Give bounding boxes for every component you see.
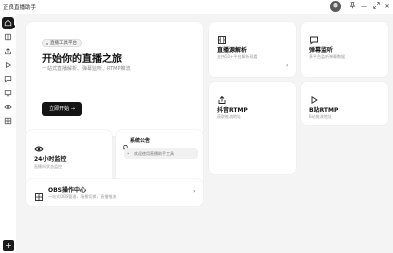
start-button-label: 立即开始 [49, 106, 70, 112]
feature-desc: 获取推流地址 [217, 114, 241, 119]
feature-card-douyin-rtmp[interactable]: 抖音RTMP 获取推流地址 [209, 82, 296, 174]
film-icon [217, 30, 227, 44]
announcement-item[interactable]: 欢迎使用直播助手工具 [124, 148, 198, 159]
avatar[interactable] [330, 1, 341, 12]
feature-title: 直播源解析 [217, 47, 248, 54]
bell-icon [122, 136, 129, 151]
app-window: 正良直播助手 — ✕ + 直播工具平台 开始你的直播之旅 一站式直播解析、弹幕监… [0, 0, 393, 253]
chevron-right-icon: › [286, 62, 289, 69]
play-icon [309, 90, 319, 105]
grid-icon [34, 187, 44, 201]
message-icon [4, 76, 12, 83]
book-icon [5, 33, 11, 41]
minimize-button[interactable]: — [359, 2, 369, 12]
close-button[interactable]: ✕ [382, 2, 392, 12]
feature-title: B站RTMP [309, 107, 339, 114]
sidebar-item-play[interactable] [2, 59, 14, 71]
announcement-title: 系统公告 [130, 138, 151, 144]
main-content: 直播工具平台 开始你的直播之旅 一站式直播解析、弹幕监听、RTMP推流 立即开始… [16, 14, 393, 253]
feature-desc: 支持50+平台解析观看 [217, 54, 258, 59]
feature-desc: 多平台监听弹幕数据 [309, 54, 345, 59]
upload-icon [5, 48, 11, 55]
eye-icon [4, 105, 12, 109]
obs-desc: 一站式OBS管理，场景切换，直播推流 [48, 194, 117, 199]
play-icon [6, 61, 12, 69]
add-button[interactable]: + [3, 240, 14, 251]
feature-card-danmaku[interactable]: 弹幕监听 多平台监听弹幕数据 [301, 22, 388, 77]
feature-card-stream-parse[interactable]: 直播源解析 支持50+平台解析观看 › [209, 22, 296, 77]
hero-title: 开始你的直播之旅 [42, 54, 122, 65]
feature-title: 抖音RTMP [217, 107, 248, 114]
feature-card-bilibili-rtmp[interactable]: B站RTMP B站推流地址 [301, 82, 388, 125]
hero-subtitle: 一站式直播解析、弹幕监听、RTMP推流 [42, 66, 131, 72]
obs-title: OBS操作中心 [48, 187, 86, 194]
hero-badge: 直播工具平台 [42, 39, 82, 47]
sidebar-item-eye[interactable] [2, 101, 14, 113]
expand-icon[interactable] [371, 2, 381, 12]
arrow-right-icon: → [70, 106, 75, 112]
sidebar-item-grid[interactable] [2, 115, 14, 127]
chevron-right-icon: › [193, 188, 196, 195]
message-icon [309, 30, 319, 45]
hero-card: 直播工具平台 开始你的直播之旅 一站式直播解析、弹幕监听、RTMP推流 立即开始… [26, 22, 203, 136]
title-bar: 正良直播助手 — ✕ [0, 0, 393, 14]
obs-card[interactable]: OBS操作中心 一站式OBS管理，场景切换，直播推流 › [26, 179, 203, 206]
live-monitor-desc: 直播间状态监控 [34, 164, 62, 169]
active-indicator [12, 25, 15, 28]
pin-icon[interactable] [347, 2, 357, 12]
app-title: 正良直播助手 [3, 5, 37, 11]
sidebar: + [0, 14, 16, 253]
feature-title: 弹幕监听 [309, 47, 334, 54]
live-monitor-title: 24小时监控 [34, 156, 67, 163]
sidebar-item-monitor[interactable] [2, 87, 14, 99]
monitor-icon [4, 90, 12, 97]
home-icon [4, 19, 12, 27]
feature-desc: B站推流地址 [309, 114, 332, 119]
sidebar-item-book[interactable] [2, 31, 14, 43]
share-icon [217, 90, 227, 104]
grid-icon [4, 117, 12, 125]
start-button[interactable]: 立即开始 → [42, 102, 82, 116]
eye-icon [34, 139, 44, 152]
sidebar-item-message[interactable] [2, 73, 14, 85]
sidebar-item-upload[interactable] [2, 45, 14, 57]
